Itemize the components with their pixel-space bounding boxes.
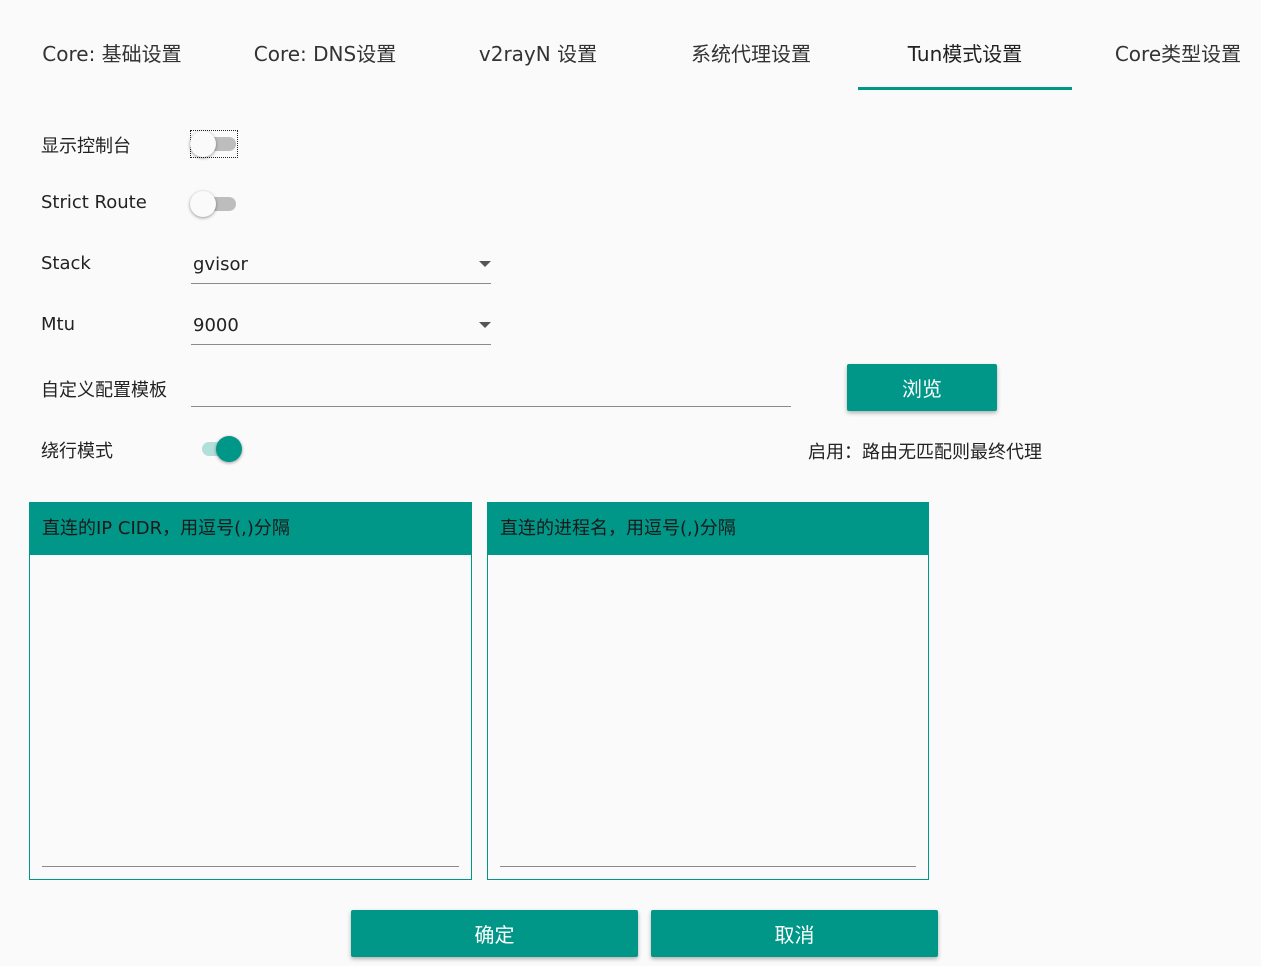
tab-core-dns[interactable]: Core: DNS设置 bbox=[218, 0, 432, 90]
mtu-select-value: 9000 bbox=[193, 315, 239, 336]
ok-button[interactable]: 确定 bbox=[351, 910, 638, 957]
mtu-label: Mtu bbox=[41, 314, 75, 335]
direct-process-textarea[interactable] bbox=[500, 563, 916, 867]
direct-process-panel: 直连的进程名，用逗号(,)分隔 bbox=[487, 502, 929, 880]
cancel-button[interactable]: 取消 bbox=[651, 910, 938, 957]
custom-template-input[interactable] bbox=[191, 372, 791, 407]
strict-route-label: Strict Route bbox=[41, 192, 147, 213]
show-console-label: 显示控制台 bbox=[41, 136, 131, 157]
show-console-toggle[interactable] bbox=[190, 130, 238, 158]
strict-route-toggle[interactable] bbox=[190, 190, 238, 218]
direct-ip-panel-title: 直连的IP CIDR，用逗号(,)分隔 bbox=[30, 503, 471, 555]
bypass-mode-hint: 启用：路由无匹配则最终代理 bbox=[808, 442, 1042, 463]
browse-button[interactable]: 浏览 bbox=[847, 364, 997, 411]
dropdown-arrow-icon bbox=[479, 261, 491, 267]
tab-system-proxy[interactable]: 系统代理设置 bbox=[644, 0, 858, 90]
direct-ip-textarea[interactable] bbox=[42, 563, 459, 867]
direct-process-panel-title: 直连的进程名，用逗号(,)分隔 bbox=[488, 503, 928, 555]
toggle-thumb bbox=[216, 436, 242, 462]
bypass-mode-toggle[interactable] bbox=[194, 435, 242, 463]
stack-select-value: gvisor bbox=[193, 254, 248, 275]
stack-select[interactable]: gvisor bbox=[191, 251, 491, 284]
dropdown-arrow-icon bbox=[479, 322, 491, 328]
tab-core-type[interactable]: Core类型设置 bbox=[1086, 0, 1261, 90]
mtu-select[interactable]: 9000 bbox=[191, 312, 491, 345]
toggle-thumb bbox=[190, 131, 216, 157]
tab-bar: Core: 基础设置 Core: DNS设置 v2rayN 设置 系统代理设置 … bbox=[0, 0, 1261, 90]
tab-tun-mode[interactable]: Tun模式设置 bbox=[858, 0, 1072, 90]
direct-ip-panel: 直连的IP CIDR，用逗号(,)分隔 bbox=[29, 502, 472, 880]
custom-template-label: 自定义配置模板 bbox=[41, 380, 167, 401]
toggle-thumb bbox=[190, 191, 216, 217]
stack-label: Stack bbox=[41, 253, 91, 274]
tab-v2rayn-settings[interactable]: v2rayN 设置 bbox=[446, 0, 630, 90]
tab-core-basic[interactable]: Core: 基础设置 bbox=[20, 0, 204, 90]
bypass-mode-label: 绕行模式 bbox=[41, 441, 113, 462]
